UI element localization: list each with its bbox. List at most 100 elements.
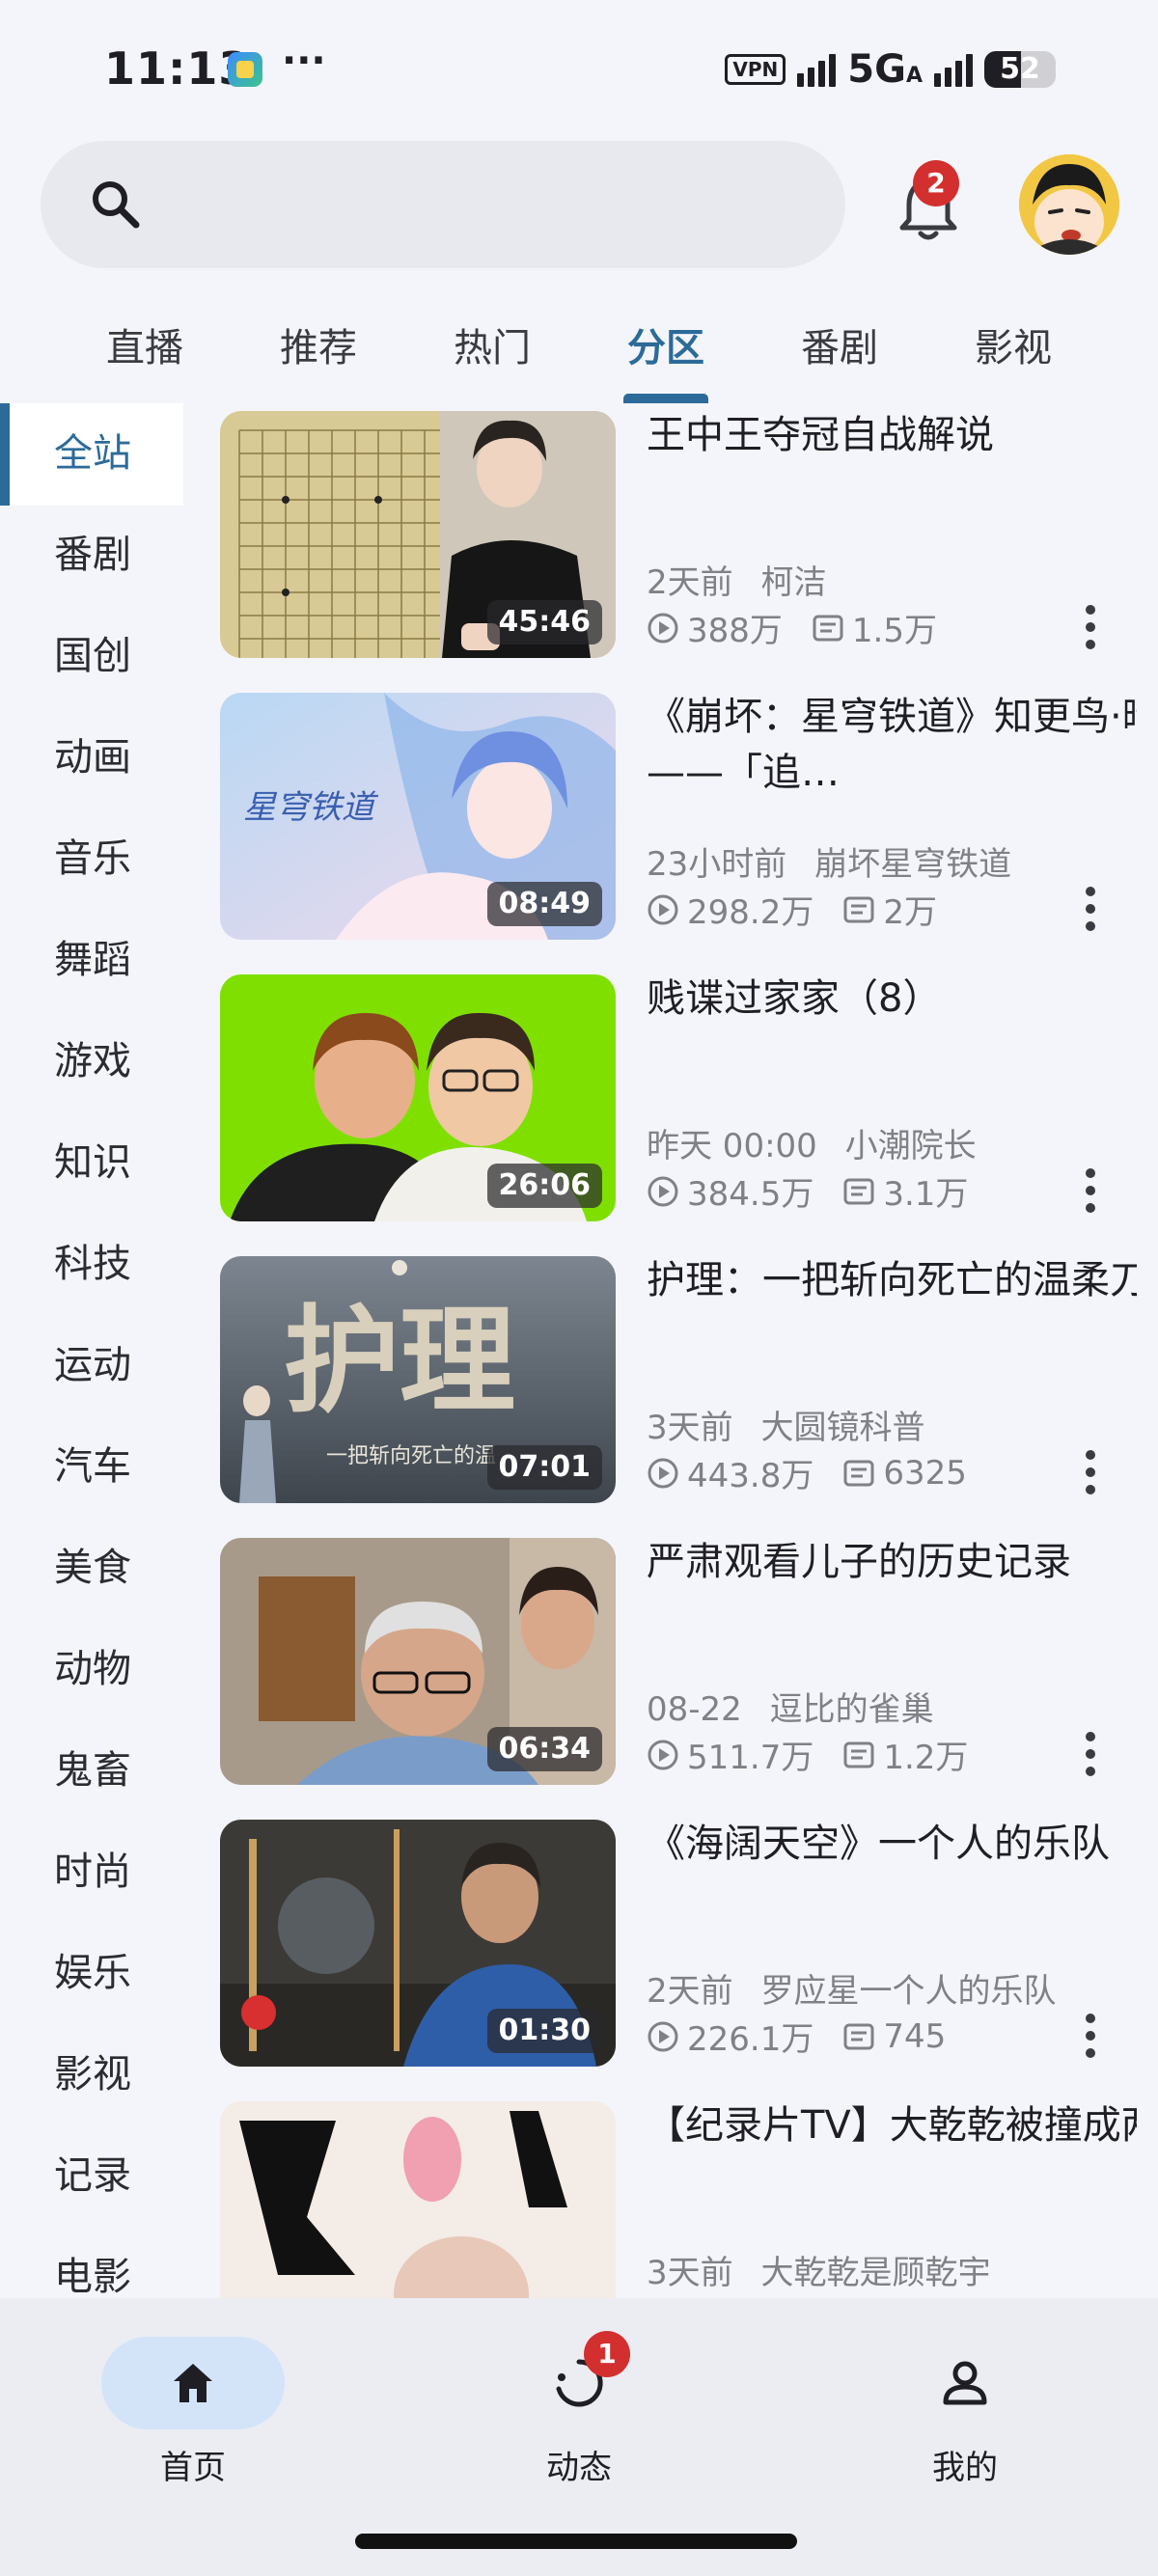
more-options-icon[interactable] (1069, 1164, 1112, 1218)
nav-dynamic-pill[interactable]: 1 (487, 2331, 671, 2429)
sidebar-item-animals[interactable]: 动物 (54, 1640, 131, 1698)
battery-icon: 52 (984, 51, 1056, 88)
more-options-icon[interactable] (1069, 1727, 1112, 1781)
sidebar-item-knowledge[interactable]: 知识 (54, 1134, 131, 1192)
sidebar-item-music[interactable]: 音乐 (54, 830, 131, 888)
nav-home-pill[interactable] (101, 2337, 285, 2429)
sidebar-item-tech[interactable]: 科技 (54, 1235, 131, 1293)
sidebar-item-sports[interactable]: 运动 (54, 1336, 131, 1394)
search-bar[interactable] (41, 141, 845, 268)
video-thumbnail[interactable]: 星穹铁道 08:49 (220, 693, 616, 940)
play-count-icon (648, 894, 678, 924)
svg-text:星穹铁道: 星穹铁道 (243, 788, 379, 827)
avatar-image (1019, 154, 1119, 255)
video-stats: 388万 1.5万 (647, 604, 937, 651)
danmaku-count: 6325 (883, 1453, 967, 1493)
video-list: 45:46 王中王夺冠自战解说 2天前 柯洁 388万 1.5万 星穹铁道 08… (220, 403, 1137, 2298)
vpn-icon: VPN (725, 54, 786, 85)
video-thumbnail[interactable]: 01:30 (220, 1820, 616, 2067)
video-card[interactable]: 星穹铁道 08:49 《崩坏：星穹铁道》知更鸟·晴歌角色PV——「追… 23小时… (220, 685, 1137, 940)
nav-home-label: 首页 (160, 2449, 226, 2487)
video-thumbnail[interactable] (220, 2101, 616, 2298)
video-thumbnail[interactable]: 06:34 (220, 1538, 616, 1785)
tab-bangumi[interactable]: 番剧 (753, 316, 926, 372)
tab-recommend[interactable]: 推荐 (232, 316, 405, 372)
video-meta: 3天前 大乾乾是顾乾宇 (647, 2246, 990, 2293)
dynamic-badge: 1 (584, 2331, 630, 2377)
nav-dynamic[interactable]: 1 动态 (482, 2331, 676, 2488)
video-author[interactable]: 小潮院长 (845, 1127, 977, 1165)
more-options-icon[interactable] (1069, 600, 1112, 654)
tab-hot[interactable]: 热门 (405, 316, 579, 372)
search-icon (93, 181, 140, 229)
video-author[interactable]: 崩坏星穹铁道 (814, 845, 1011, 884)
sidebar-item-documentary[interactable]: 记录 (54, 2147, 131, 2205)
sidebar-item-bangumi[interactable]: 番剧 (54, 526, 131, 584)
video-author[interactable]: 大圆镜科普 (760, 1409, 924, 1447)
home-indicator[interactable] (355, 2534, 797, 2549)
sidebar-item-fashion[interactable]: 时尚 (54, 1843, 131, 1901)
play-count-icon (648, 1458, 678, 1488)
video-publish-time: 3天前 (647, 1409, 733, 1447)
sidebar-item-entertainment[interactable]: 娱乐 (54, 1944, 131, 2002)
sidebar-item-guochuang[interactable]: 国创 (54, 627, 131, 685)
view-count: 388万 (687, 612, 783, 650)
more-options-icon[interactable] (1069, 1445, 1112, 1499)
video-thumbnail[interactable]: 护理 一把斩向死亡的温 07:01 (220, 1256, 616, 1503)
video-title[interactable]: 【纪录片TV】大乾乾被撞成两半了…… (647, 2097, 1137, 2153)
sidebar-item-kichiku[interactable]: 鬼畜 (54, 1741, 131, 1799)
sidebar-item-food[interactable]: 美食 (54, 1539, 131, 1597)
video-thumbnail[interactable]: 45:46 (220, 411, 616, 658)
sidebar-item-games[interactable]: 游戏 (54, 1032, 131, 1090)
view-count: 226.1万 (687, 2020, 814, 2059)
view-count: 384.5万 (687, 1175, 814, 1214)
video-author[interactable]: 罗应星一个人的乐队 (760, 1972, 1056, 2011)
video-card[interactable]: 26:06 贱谍过家家（8） 昨天 00:00 小潮院长 384.5万 3.1万 (220, 967, 1137, 1221)
video-author[interactable]: 柯洁 (760, 563, 826, 602)
tab-zones[interactable]: 分区 (579, 316, 753, 372)
video-publish-time: 昨天 00:00 (647, 1127, 817, 1165)
nav-mine-label: 我的 (932, 2449, 998, 2487)
sidebar-item-film-tv[interactable]: 影视 (54, 2045, 131, 2103)
signal-icon (797, 52, 837, 87)
video-card[interactable]: 06:34 严肃观看儿子的历史记录 08-22 逗比的雀巢 511.7万 1.2… (220, 1530, 1137, 1785)
video-title[interactable]: 王中王夺冠自战解说 (647, 407, 1137, 463)
thumbnail-image (220, 2101, 616, 2298)
status-indicators: VPN 5GA 52 (725, 47, 1056, 92)
nav-mine-pill[interactable] (873, 2337, 1057, 2429)
video-duration: 07:01 (486, 1445, 602, 1490)
play-count-icon (648, 613, 678, 643)
video-title[interactable]: 贱谍过家家（8） (647, 971, 1137, 1027)
nav-home[interactable]: 首页 (96, 2337, 290, 2488)
sidebar-item-movie[interactable]: 电影 (54, 2248, 131, 2298)
danmaku-count: 2万 (883, 893, 937, 932)
danmaku-count: 3.1万 (883, 1175, 969, 1214)
avatar[interactable] (1019, 154, 1119, 255)
tab-movies[interactable]: 影视 (926, 316, 1100, 372)
more-options-icon[interactable] (1069, 2009, 1112, 2063)
video-meta: 昨天 00:00 小潮院长 (647, 1119, 977, 1166)
category-tabs: 直播 推荐 热门 分区 番剧 影视 (0, 289, 1158, 405)
video-card[interactable]: 护理 一把斩向死亡的温 07:01 护理：一把斩向死亡的温柔刀 3天前 大圆镜科… (220, 1248, 1137, 1503)
sidebar-item-animation[interactable]: 动画 (54, 728, 131, 786)
video-title[interactable]: 《崩坏：星穹铁道》知更鸟·晴歌角色PV——「追… (647, 689, 1137, 801)
more-options-icon[interactable] (1069, 882, 1112, 936)
video-thumbnail[interactable]: 26:06 (220, 974, 616, 1221)
video-title[interactable]: 护理：一把斩向死亡的温柔刀 (647, 1252, 1137, 1308)
video-author[interactable]: 大乾乾是顾乾宇 (760, 2254, 990, 2292)
video-duration: 26:06 (486, 1164, 602, 1208)
video-card[interactable]: 【纪录片TV】大乾乾被撞成两半了…… 3天前 大乾乾是顾乾宇 (220, 2094, 1137, 2298)
video-author[interactable]: 逗比的雀巢 (770, 1690, 934, 1729)
signal-icon-2 (934, 52, 973, 87)
danmaku-count: 1.2万 (883, 1739, 969, 1777)
tab-live[interactable]: 直播 (58, 316, 232, 372)
sidebar-item-dance[interactable]: 舞蹈 (54, 931, 131, 989)
video-card[interactable]: 45:46 王中王夺冠自战解说 2天前 柯洁 388万 1.5万 (220, 403, 1137, 658)
nav-mine[interactable]: 我的 (868, 2337, 1062, 2488)
sidebar-item-all[interactable]: 全站 (54, 425, 131, 482)
video-card[interactable]: 01:30 《海阔天空》一个人的乐队 2天前 罗应星一个人的乐队 226.1万 … (220, 1812, 1137, 2067)
danmaku-count: 1.5万 (851, 612, 937, 650)
video-title[interactable]: 严肃观看儿子的历史记录 (647, 1534, 1137, 1590)
sidebar-item-cars[interactable]: 汽车 (54, 1438, 131, 1495)
video-title[interactable]: 《海阔天空》一个人的乐队 (647, 1816, 1137, 1872)
